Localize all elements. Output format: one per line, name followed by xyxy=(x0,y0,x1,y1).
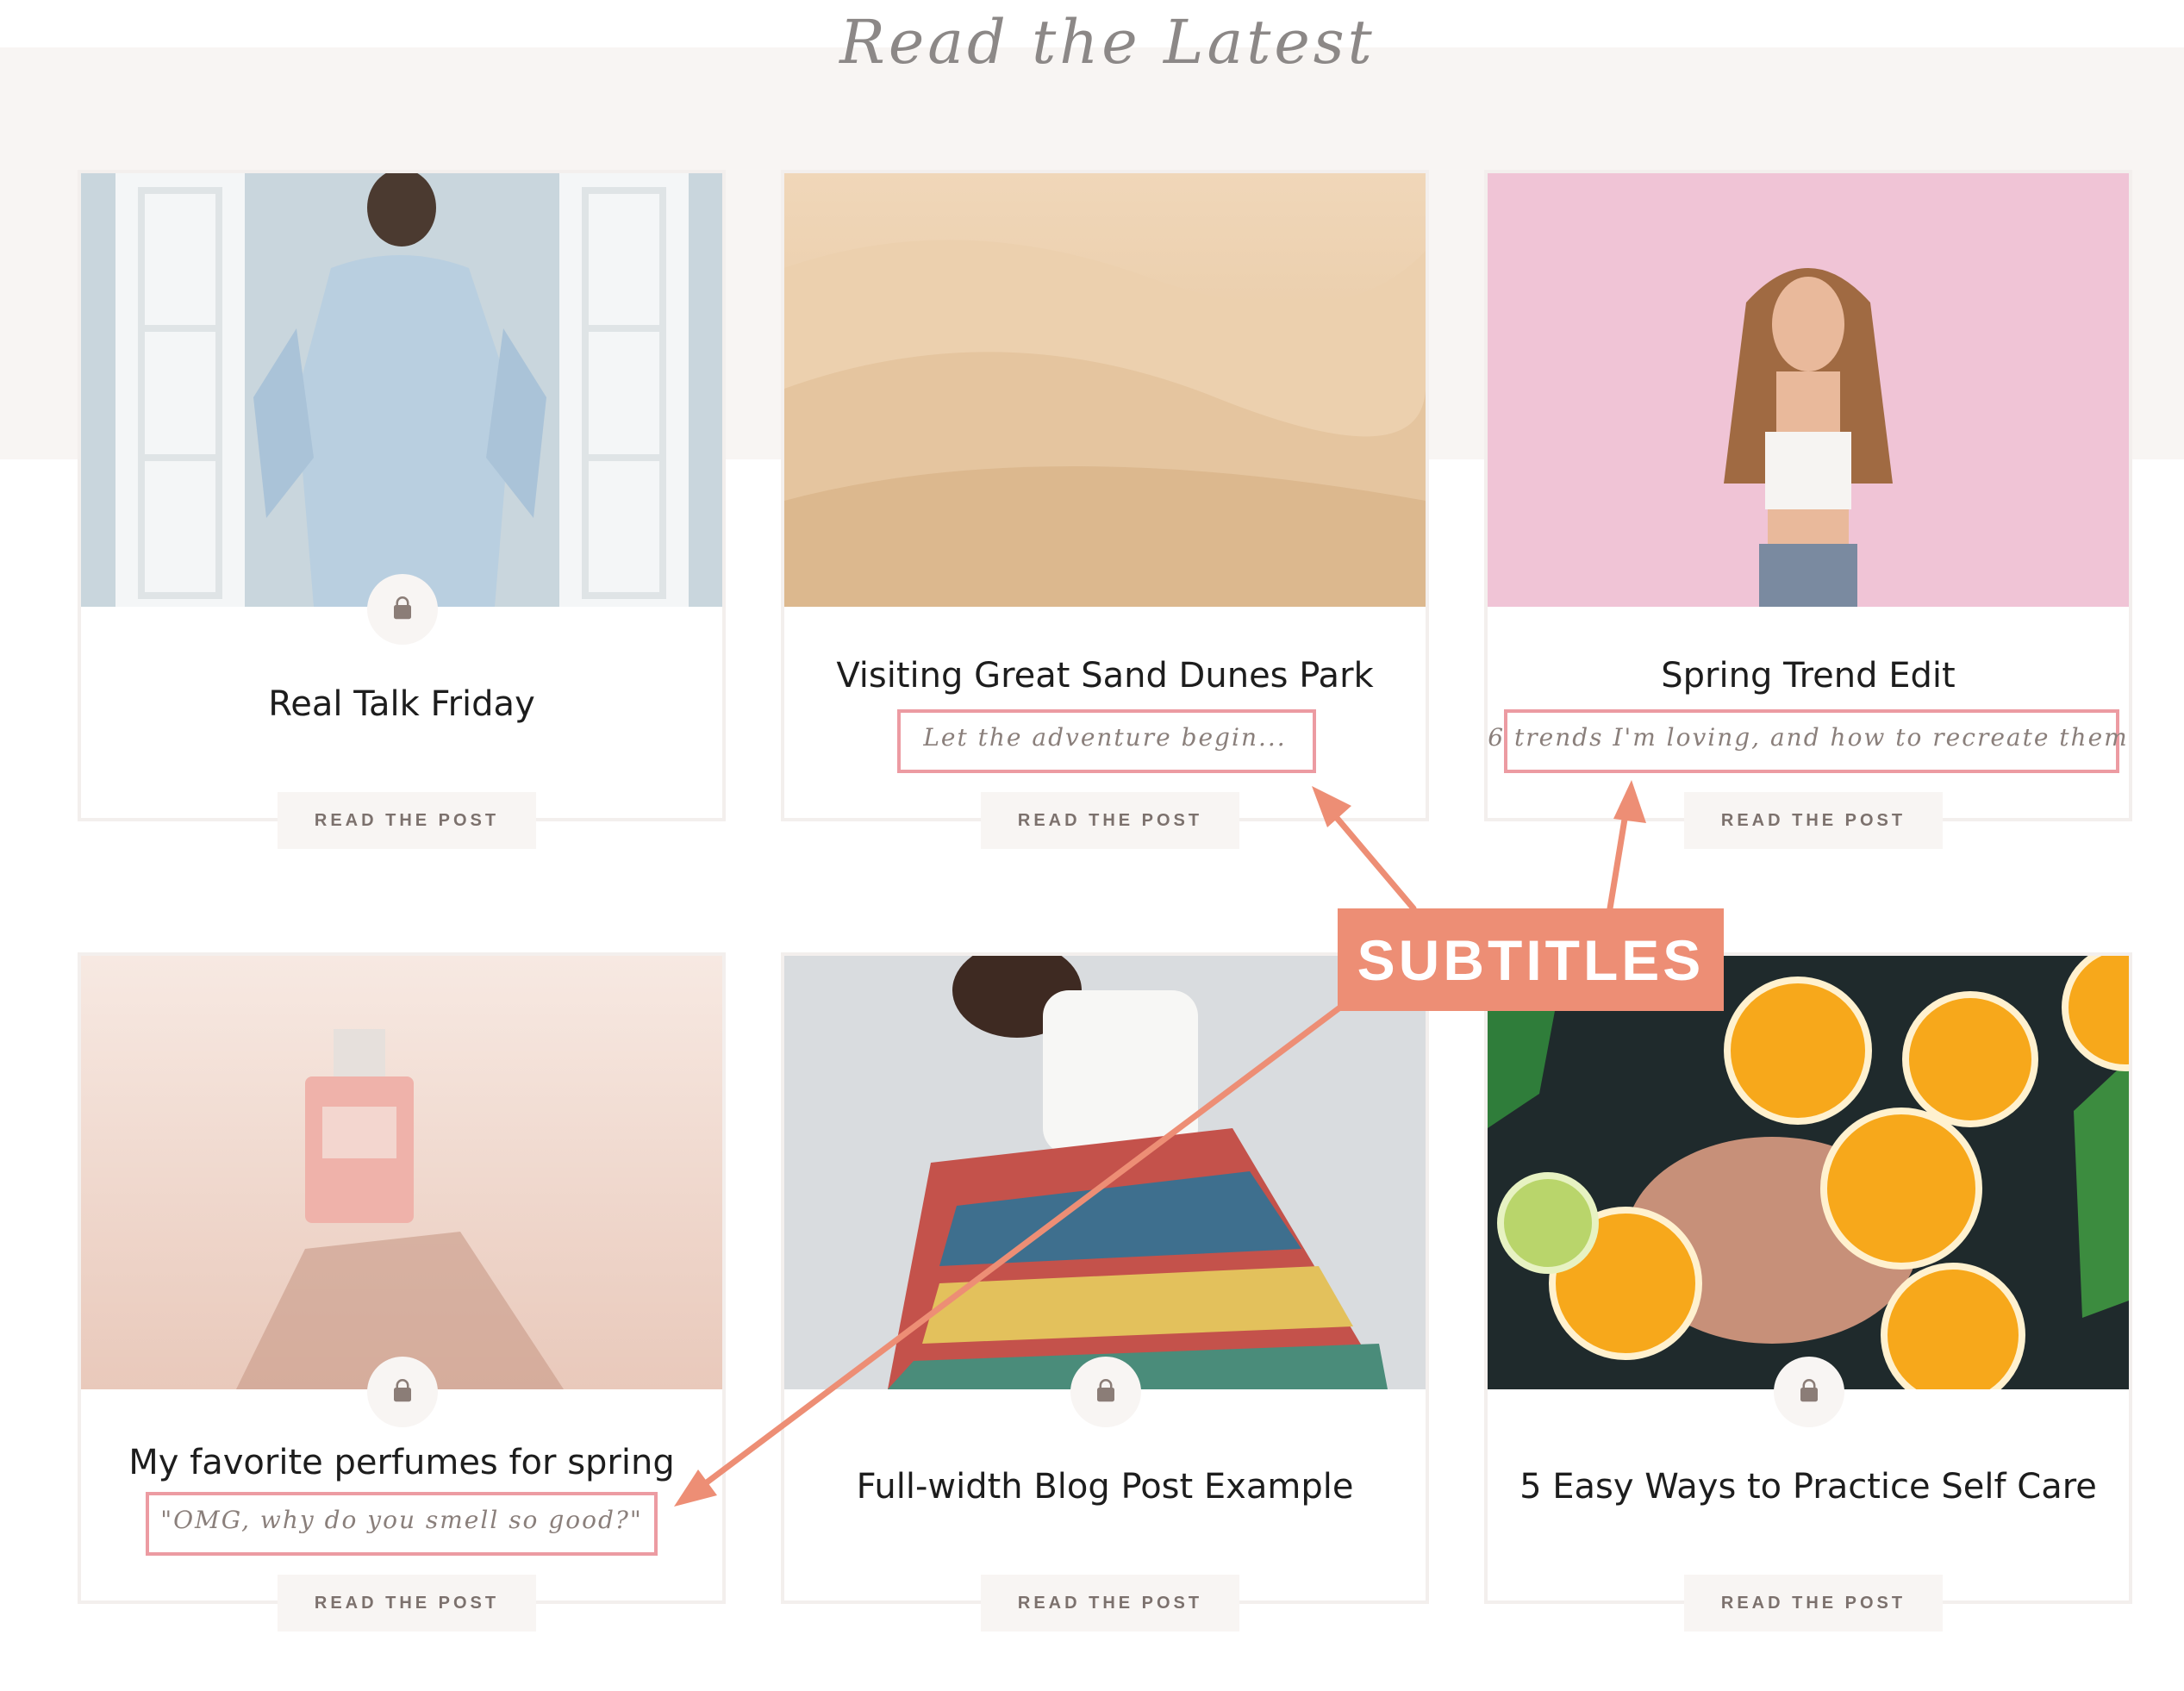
section-heading: Read the Latest xyxy=(839,7,1376,78)
read-the-post-button[interactable]: READ THE POST xyxy=(981,1575,1239,1632)
post-image[interactable] xyxy=(784,173,1426,607)
subtitles-annotation-label: SUBTITLES xyxy=(1338,908,1724,1011)
post-image[interactable] xyxy=(1488,173,2129,607)
post-title[interactable]: Visiting Great Sand Dunes Park xyxy=(784,656,1426,696)
post-image[interactable] xyxy=(784,956,1426,1389)
post-title[interactable]: Real Talk Friday xyxy=(81,684,722,724)
read-the-post-button[interactable]: READ THE POST xyxy=(1684,1575,1943,1632)
shopping-bag-icon[interactable] xyxy=(1774,1357,1844,1427)
shopping-bag-icon[interactable] xyxy=(367,574,438,645)
post-subtitle: "OMG, why do you smell so good?" xyxy=(160,1506,643,1534)
post-card[interactable]: My favorite perfumes for spring "OMG, wh… xyxy=(78,952,726,1632)
post-title[interactable]: 5 Easy Ways to Practice Self Care xyxy=(1488,1467,2129,1507)
read-the-post-button[interactable]: READ THE POST xyxy=(981,792,1239,849)
post-image[interactable] xyxy=(81,956,722,1389)
post-card[interactable]: Full-width Blog Post Example READ THE PO… xyxy=(781,952,1429,1632)
post-title[interactable]: Full-width Blog Post Example xyxy=(784,1467,1426,1507)
read-the-post-button[interactable]: READ THE POST xyxy=(278,1575,536,1632)
post-title[interactable]: Spring Trend Edit xyxy=(1488,656,2129,696)
post-title[interactable]: My favorite perfumes for spring xyxy=(81,1443,722,1482)
post-subtitle: Let the adventure begin... xyxy=(923,723,1287,752)
post-image[interactable] xyxy=(81,173,722,607)
post-card[interactable]: Visiting Great Sand Dunes Park Let the a… xyxy=(781,170,1429,849)
post-card[interactable]: 5 Easy Ways to Practice Self Care READ T… xyxy=(1484,952,2132,1632)
post-card[interactable]: Real Talk Friday READ THE POST xyxy=(78,170,726,849)
read-the-post-button[interactable]: READ THE POST xyxy=(1684,792,1943,849)
post-card[interactable]: Spring Trend Edit 6 trends I'm loving, a… xyxy=(1484,170,2132,849)
post-subtitle: 6 trends I'm loving, and how to recreate… xyxy=(1488,723,2129,752)
shopping-bag-icon[interactable] xyxy=(1070,1357,1141,1427)
shopping-bag-icon[interactable] xyxy=(367,1357,438,1427)
read-the-post-button[interactable]: READ THE POST xyxy=(278,792,536,849)
post-image[interactable] xyxy=(1488,956,2129,1389)
